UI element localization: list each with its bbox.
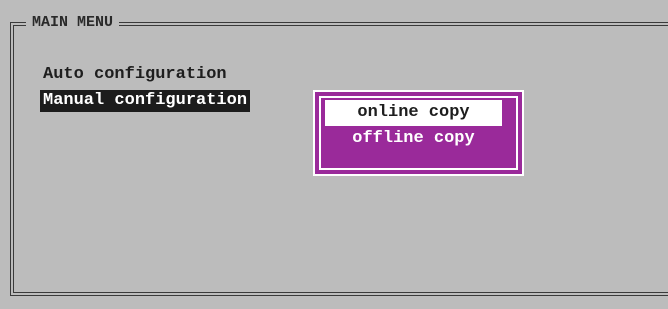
- copy-mode-popup: online copy offline copy: [313, 90, 524, 176]
- menu-item-auto-configuration[interactable]: Auto configuration: [40, 64, 230, 86]
- option-offline-copy[interactable]: offline copy: [325, 126, 502, 152]
- option-online-copy[interactable]: online copy: [325, 100, 502, 126]
- bios-screen: MAIN MENU Auto configuration Manual conf…: [0, 0, 668, 309]
- main-menu-title: MAIN MENU: [26, 14, 120, 32]
- menu-item-manual-configuration[interactable]: Manual configuration: [40, 90, 251, 112]
